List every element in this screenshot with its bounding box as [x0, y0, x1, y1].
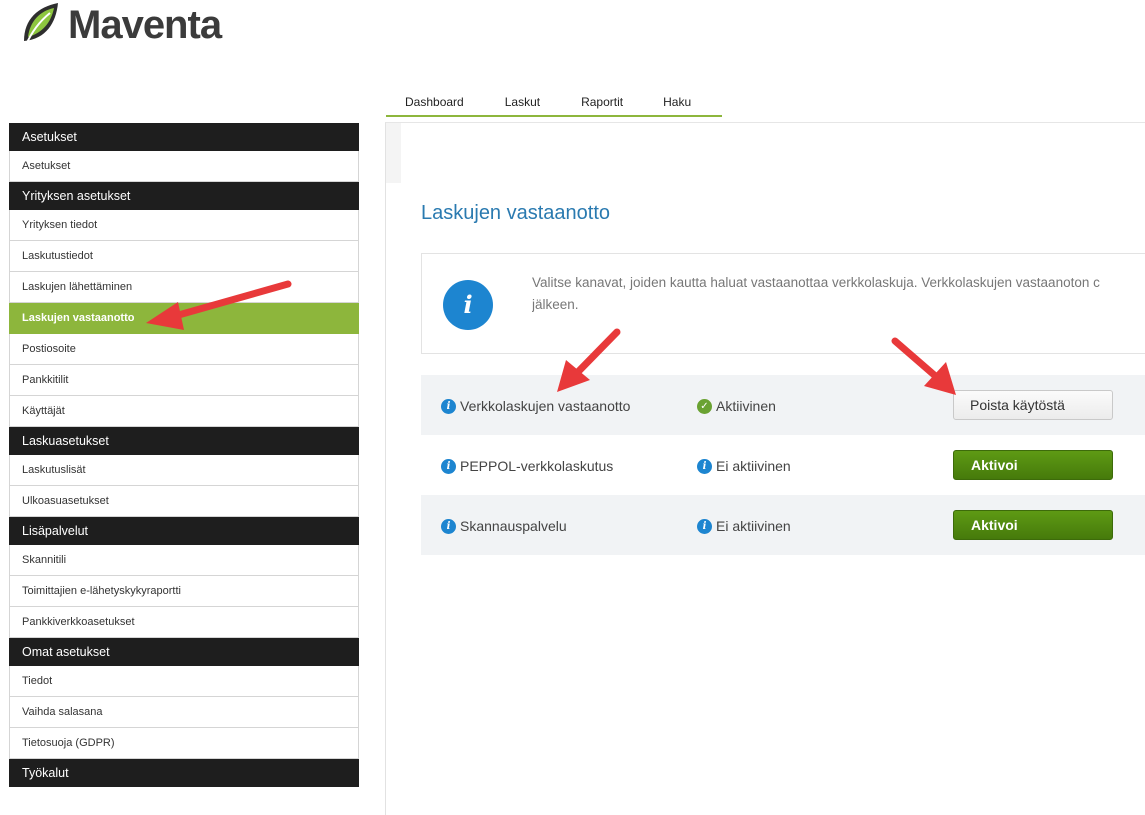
info-box: i Valitse kanavat, joiden kautta haluat … — [421, 253, 1145, 354]
channel-name: i Skannauspalvelu — [441, 517, 567, 534]
sidebar-section-tyokalut: Työkalut — [9, 759, 359, 787]
channel-row: i Skannauspalvelu i Ei aktiivinen Aktivoi — [421, 495, 1145, 555]
sidebar-item-pankkiverkkoasetukset[interactable]: Pankkiverkkoasetukset — [9, 607, 359, 638]
sidebar-item-kayttajat[interactable]: Käyttäjät — [9, 396, 359, 427]
sidebar-item-tietosuoja[interactable]: Tietosuoja (GDPR) — [9, 728, 359, 759]
sidebar-item-tiedot[interactable]: Tiedot — [9, 666, 359, 697]
info-icon: i — [697, 458, 712, 474]
info-text-line-2: jälkeen. — [532, 297, 579, 312]
tab-haku[interactable]: Haku — [663, 93, 691, 115]
channel-status: i Ei aktiivinen — [697, 457, 791, 474]
sidebar-section-laskuasetukset: Laskuasetukset — [9, 427, 359, 455]
frame-shadow — [386, 123, 401, 183]
sidebar: Asetukset Asetukset Yrityksen asetukset … — [9, 123, 359, 787]
sidebar-item-skannitili[interactable]: Skannitili — [9, 545, 359, 576]
tab-laskut[interactable]: Laskut — [505, 93, 540, 115]
sidebar-item-ulkoasuasetukset[interactable]: Ulkoasuasetukset — [9, 486, 359, 517]
info-icon: i — [697, 518, 712, 534]
channel-row: i PEPPOL-verkkolaskutus i Ei aktiivinen Ak… — [421, 435, 1145, 495]
sidebar-section-omat-asetukset: Omat asetukset — [9, 638, 359, 666]
activate-button[interactable]: Aktivoi — [953, 510, 1113, 540]
sidebar-section-yrityksen-asetukset: Yrityksen asetukset — [9, 182, 359, 210]
sidebar-item-yrityksen-tiedot[interactable]: Yrityksen tiedot — [9, 210, 359, 241]
sidebar-item-toimittajien-raportti[interactable]: Toimittajien e-lähetyskykyraportti — [9, 576, 359, 607]
sidebar-section-lisapalvelut: Lisäpalvelut — [9, 517, 359, 545]
brand-name: Maventa — [68, 3, 222, 47]
maventa-logo[interactable]: Maventa — [20, 0, 222, 50]
sidebar-item-asetukset[interactable]: Asetukset — [9, 151, 359, 182]
channel-status: i Ei aktiivinen — [697, 517, 791, 534]
channel-name-label: PEPPOL-verkkolaskutus — [460, 458, 614, 475]
channel-name-label: Verkkolaskujen vastaanotto — [460, 398, 631, 415]
page-title: Laskujen vastaanotto — [421, 202, 611, 224]
channel-name-label: Skannauspalvelu — [460, 518, 567, 535]
channel-name: i PEPPOL-verkkolaskutus — [441, 457, 613, 474]
info-icon[interactable]: i — [441, 398, 456, 414]
info-text: Valitse kanavat, joiden kautta haluat va… — [532, 272, 1145, 316]
sidebar-item-laskutuslisat[interactable]: Laskutuslisät — [9, 455, 359, 486]
tab-dashboard[interactable]: Dashboard — [405, 93, 464, 115]
info-icon[interactable]: i — [441, 518, 456, 534]
sidebar-section-asetukset: Asetukset — [9, 123, 359, 151]
disable-button[interactable]: Poista käytöstä — [953, 390, 1113, 420]
channel-name: i Verkkolaskujen vastaanotto — [441, 397, 630, 414]
tab-raportit[interactable]: Raportit — [581, 93, 623, 115]
channel-status-label: Ei aktiivinen — [716, 518, 791, 535]
channel-status: ✓ Aktiivinen — [697, 397, 776, 414]
sidebar-item-laskujen-lahettaminen[interactable]: Laskujen lähettäminen — [9, 272, 359, 303]
sidebar-item-vaihda-salasana[interactable]: Vaihda salasana — [9, 697, 359, 728]
channel-row: i Verkkolaskujen vastaanotto ✓ Aktiivinen … — [421, 375, 1145, 435]
activate-button[interactable]: Aktivoi — [953, 450, 1113, 480]
leaf-logo-icon — [24, 3, 58, 46]
top-navigation: Dashboard Laskut Raportit Haku — [386, 93, 722, 117]
sidebar-item-postiosoite[interactable]: Postiosoite — [9, 334, 359, 365]
info-text-line-1: Valitse kanavat, joiden kautta haluat va… — [532, 275, 1100, 290]
channel-status-label: Ei aktiivinen — [716, 458, 791, 475]
checkmark-icon: ✓ — [697, 398, 712, 414]
sidebar-item-laskujen-vastaanotto[interactable]: Laskujen vastaanotto — [9, 303, 359, 334]
sidebar-item-pankkitilit[interactable]: Pankkitilit — [9, 365, 359, 396]
info-icon[interactable]: i — [441, 458, 456, 474]
info-icon: i — [443, 280, 493, 330]
channel-list: i Verkkolaskujen vastaanotto ✓ Aktiivinen … — [421, 375, 1145, 555]
sidebar-item-laskutustiedot[interactable]: Laskutustiedot — [9, 241, 359, 272]
channel-status-label: Aktiivinen — [716, 398, 776, 415]
